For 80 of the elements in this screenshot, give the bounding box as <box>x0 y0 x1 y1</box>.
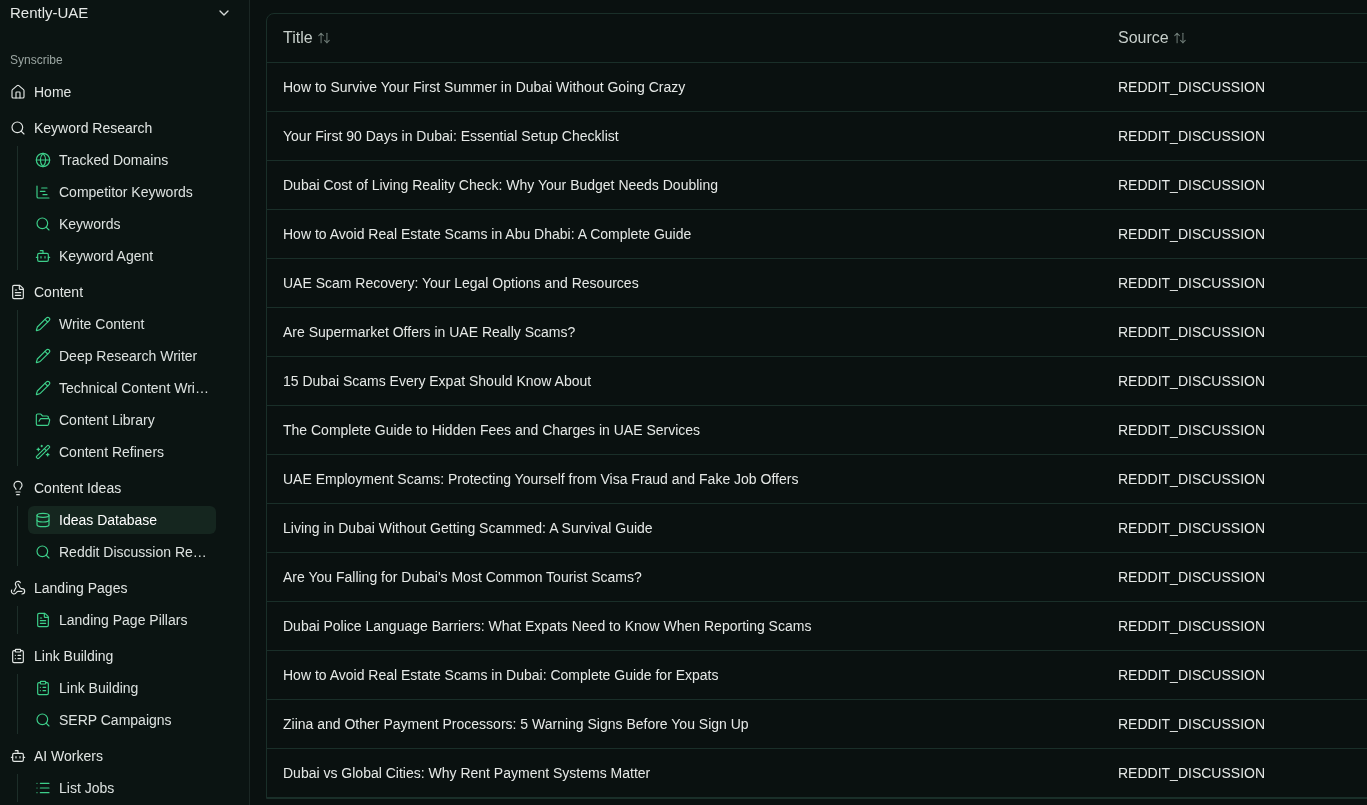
table-cell-text: UAE Scam Recovery: Your Legal Options and Resources <box>283 273 639 293</box>
search-icon <box>35 544 51 560</box>
list-icon <box>35 780 51 796</box>
sidebar-subitem[interactable]: Keyword Agent <box>28 242 216 270</box>
chart-icon <box>35 184 51 200</box>
sidebar-subitem[interactable]: Ideas Database <box>28 506 216 534</box>
sidebar-subitem[interactable]: Deep Research Writer <box>28 342 216 370</box>
sidebar-subitem[interactable]: Link Building <box>28 674 216 702</box>
section-label: Synscribe <box>10 54 63 66</box>
sidebar-subitem[interactable]: Content Library <box>28 406 216 434</box>
search-icon <box>35 216 51 232</box>
table-cell-text: REDDIT_DISCUSSION <box>1118 567 1266 587</box>
table-cell-text: REDDIT_DISCUSSION <box>1118 77 1266 97</box>
sidebar-item[interactable]: Keyword Research <box>10 114 216 142</box>
table-cell-text: REDDIT_DISCUSSION <box>1118 175 1266 195</box>
table-cell-text: Are Supermarket Offers in UAE Really Scams? <box>283 322 576 342</box>
sidebar-item[interactable]: Link Building <box>10 642 216 670</box>
table-cell-text: 15 Dubai Scams Every Expat Should Know About <box>283 371 592 391</box>
sidebar-subitem[interactable]: Tracked Domains <box>28 146 216 174</box>
folder-icon <box>35 412 51 428</box>
table-cell-text: REDDIT_DISCUSSION <box>1118 616 1266 636</box>
table-cell-text: REDDIT_DISCUSSION <box>1118 763 1266 783</box>
table-cell-text: REDDIT_DISCUSSION <box>1118 665 1266 685</box>
table-cell-text: Living in Dubai Without Getting Scammed: A Survival Guide <box>283 518 653 538</box>
column-header[interactable]: Title <box>283 26 331 50</box>
sidebar-subitem[interactable]: Reddit Discussion Re… <box>28 538 216 566</box>
sidebar-item[interactable]: Landing Pages <box>10 574 216 602</box>
pencil-icon <box>35 380 51 396</box>
table-cell-text: The Complete Guide to Hidden Fees and Charges in UAE Services <box>283 420 701 440</box>
workspace-switcher[interactable]: Rently-UAE <box>0 0 249 26</box>
clipboard-icon <box>35 680 51 696</box>
sidebar-subitem[interactable]: Technical Content Wri… <box>28 374 216 402</box>
table-cell-text: Dubai vs Global Cities: Why Rent Payment Systems Matter <box>283 763 651 783</box>
robot-icon <box>35 248 51 264</box>
table-cell-text: How to Survive Your First Summer in Dubai Without Going Crazy <box>283 77 686 97</box>
table-cell-text: Your First 90 Days in Dubai: Essential Setup Checklist <box>283 126 619 146</box>
table-cell-text: REDDIT_DISCUSSION <box>1118 714 1266 734</box>
table-cell-text: UAE Employment Scams: Protecting Yourself from Visa Fraud and Fake Job Offers <box>283 469 799 489</box>
robot-icon <box>10 748 26 764</box>
search-icon <box>10 120 26 136</box>
sidebar-subitem[interactable]: List Jobs <box>28 774 216 802</box>
webhook-icon <box>10 580 26 596</box>
sidebar-subitem[interactable]: Landing Page Pillars <box>28 606 216 634</box>
table-cell-text: Dubai Cost of Living Reality Check: Why Your Budget Needs Doubling <box>283 175 719 195</box>
magic-wand-icon <box>35 444 51 460</box>
sidebar-item[interactable]: Content Ideas <box>10 474 216 502</box>
table-cell-text: How to Avoid Real Estate Scams in Abu Dhabi: A Complete Guide <box>283 224 692 244</box>
table-cell-text: How to Avoid Real Estate Scams in Dubai: Complete Guide for Expats <box>283 665 719 685</box>
sidebar-subitem[interactable]: SERP Campaigns <box>28 706 216 734</box>
table-cell-text: REDDIT_DISCUSSION <box>1118 371 1266 391</box>
sort-icon <box>1172 31 1187 45</box>
document-icon <box>10 284 26 300</box>
table-cell-text: Ziina and Other Payment Processors: 5 Warning Signs Before You Sign Up <box>283 714 749 734</box>
sidebar-subitem[interactable]: Content Refiners <box>28 438 216 466</box>
sidebar-subitem[interactable]: Write Content <box>28 310 216 338</box>
pencil-icon <box>35 316 51 332</box>
table-cell-text: REDDIT_DISCUSSION <box>1118 469 1266 489</box>
sidebar-item[interactable]: Content <box>10 278 216 306</box>
table-cell-text: REDDIT_DISCUSSION <box>1118 126 1266 146</box>
globe-icon <box>35 152 51 168</box>
sidebar-item[interactable]: AI Workers <box>10 742 216 770</box>
database-icon <box>35 512 51 528</box>
home-icon <box>10 84 26 100</box>
sidebar-subitem[interactable]: Competitor Keywords <box>28 178 216 206</box>
search-icon <box>35 712 51 728</box>
table-cell-text: REDDIT_DISCUSSION <box>1118 518 1266 538</box>
sidebar-item[interactable]: Home <box>10 78 216 106</box>
table-cell-text: Dubai Police Language Barriers: What Expats Need to Know When Reporting Scams <box>283 616 812 636</box>
sort-icon <box>316 31 331 45</box>
table-cell-text: REDDIT_DISCUSSION <box>1118 322 1266 342</box>
table-cell-text: Are You Falling for Dubai's Most Common Tourist Scams? <box>283 567 642 587</box>
sidebar-subitem[interactable]: Keywords <box>28 210 216 238</box>
table-cell-text: REDDIT_DISCUSSION <box>1118 224 1266 244</box>
table-cell-text: REDDIT_DISCUSSION <box>1118 273 1266 293</box>
lightbulb-icon <box>10 480 26 496</box>
column-header[interactable]: Source <box>1118 26 1187 50</box>
document-icon <box>35 612 51 628</box>
table-cell-text: REDDIT_DISCUSSION <box>1118 420 1266 440</box>
clipboard-icon <box>10 648 26 664</box>
pencil-icon <box>35 348 51 364</box>
